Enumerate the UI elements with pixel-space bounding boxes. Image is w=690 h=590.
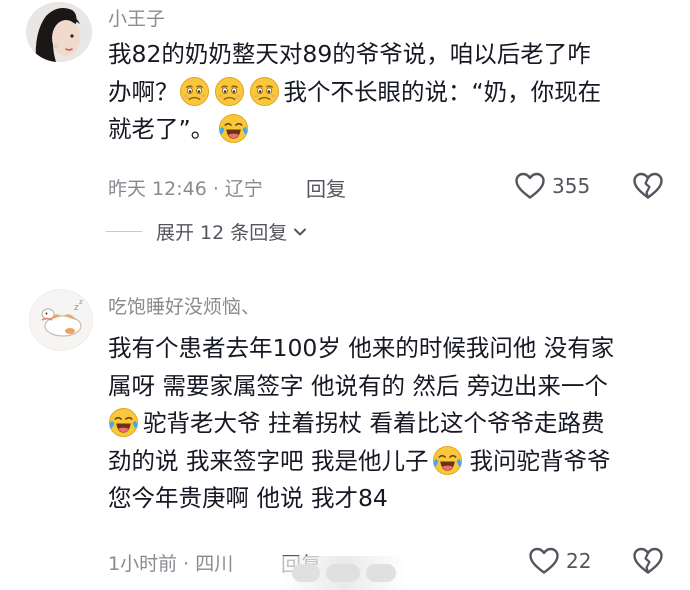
comment-line: 办啊？ 我个不长眼的说：“奶，你现在 <box>108 74 601 112</box>
comment-line-text: 我问驼背爷爷 <box>469 446 611 475</box>
comment-text: 我82的奶奶整天对89的爷爷说，咱以后老了咋 办啊？ 我个不长眼的说：“奶，你现在… <box>108 36 601 149</box>
comment-line-text: 就老了”。 <box>108 115 215 143</box>
expand-replies-label: 展开 12 条回复 <box>156 222 288 244</box>
laugh-cry-emoji <box>218 113 249 144</box>
comment-line: 就老了”。 <box>108 111 601 149</box>
broken-heart-icon <box>632 171 664 201</box>
user-photo-icon <box>26 2 92 62</box>
comment-line: 属呀 需要家属签字 他说有的 然后 旁边出来一个 <box>108 371 608 400</box>
worried-face-emoji <box>249 76 280 107</box>
watermark-overlay <box>282 556 406 590</box>
worried-face-emoji <box>214 76 245 107</box>
heart-outline-icon <box>528 546 560 576</box>
avatar[interactable] <box>26 2 92 62</box>
comment-line-text: 我个不长眼的说：“奶，你现在 <box>283 77 602 106</box>
comment-text: 我有个患者去年100岁 他来的时候我问他 没有家 属呀 需要家属签字 他说有的 … <box>108 330 614 518</box>
laugh-cry-emoji <box>108 407 139 438</box>
like-button[interactable]: 355 <box>514 171 590 201</box>
comment-line: 我有个患者去年100岁 他来的时候我问他 没有家 <box>108 334 615 362</box>
comment-time-location: 昨天 12:46 · 辽宁 <box>108 178 263 200</box>
comment-line-text: 驼背老大爷 拄着拐杖 看着比这个爷爷走路费 <box>143 409 605 437</box>
divider-dash <box>106 231 142 232</box>
chevron-down-icon <box>294 228 307 235</box>
reply-button[interactable]: 回复 <box>306 173 346 202</box>
comment-username[interactable]: 小王子 <box>108 4 165 31</box>
avatar[interactable]: z z <box>29 289 93 351</box>
comment-line: 劲的说 我来签字吧 我是他儿子 我问驼背爷爷 <box>108 443 614 481</box>
comment-line-text: 劲的说 我来签字吧 我是他儿子 <box>108 446 429 475</box>
heart-outline-icon <box>514 171 546 201</box>
comment-line: 我82的奶奶整天对89的爷爷说，咱以后老了咋 <box>108 40 591 68</box>
like-count: 355 <box>552 174 591 198</box>
svg-text:z: z <box>79 298 83 306</box>
comment-line: 您今年贵庚啊 他说 我才84 <box>108 484 388 512</box>
comment-username[interactable]: 吃饱睡好没烦恼、 <box>108 292 260 319</box>
dislike-button[interactable] <box>632 546 664 580</box>
broken-heart-icon <box>632 546 664 576</box>
laugh-cry-emoji <box>432 445 463 476</box>
comment-line: 驼背老大爷 拄着拐杖 看着比这个爷爷走路费 <box>108 405 614 443</box>
like-count: 22 <box>566 549 592 573</box>
comment-line-text: 办啊？ <box>108 77 179 106</box>
dislike-button[interactable] <box>632 171 664 205</box>
cartoon-cat-avatar-icon: z z <box>30 290 92 350</box>
comment-time-location: 1小时前 · 四川 <box>108 553 234 575</box>
like-button[interactable]: 22 <box>528 546 591 576</box>
worried-face-emoji <box>179 76 210 107</box>
expand-replies-button[interactable]: 展开 12 条回复 <box>106 218 307 245</box>
